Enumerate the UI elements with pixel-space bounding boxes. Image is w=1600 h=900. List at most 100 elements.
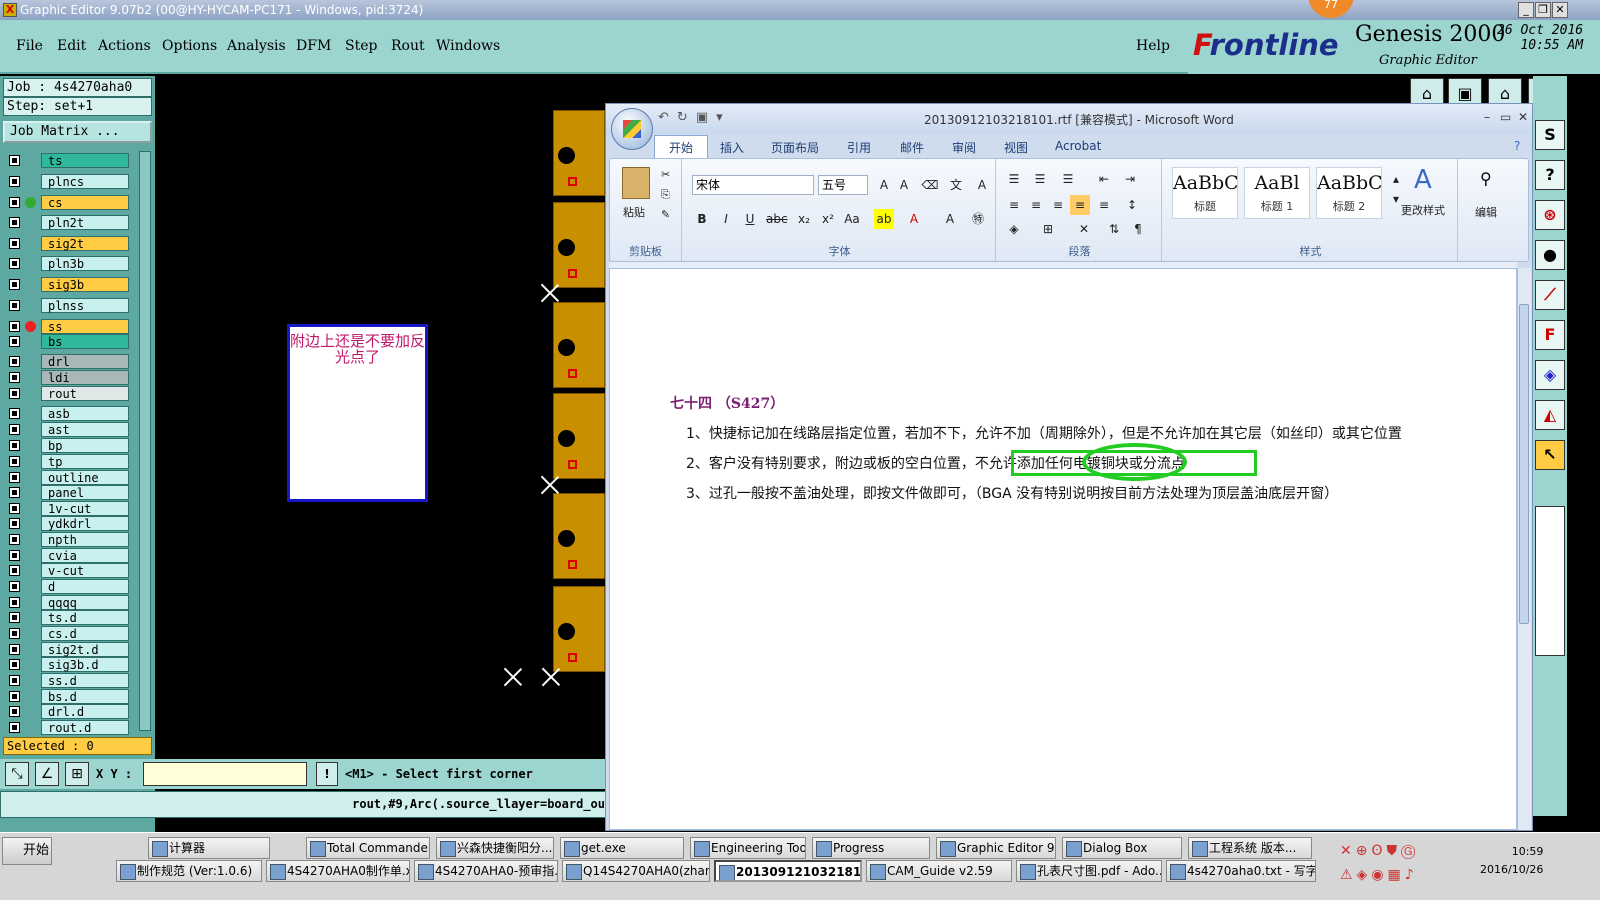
clock[interactable]: 10:59 2016/10/26: [1480, 843, 1543, 879]
copy-icon[interactable]: ⎘: [660, 187, 671, 203]
taskbar-item[interactable]: 孔表尺寸图.pdf - Ado...: [1016, 860, 1162, 882]
menu-rout[interactable]: Rout: [391, 38, 425, 54]
layer-row-panel[interactable]: panel: [7, 485, 129, 500]
layer-checkbox[interactable]: [9, 356, 20, 367]
style-gallery-item[interactable]: AaBbC 标题 2: [1316, 167, 1382, 219]
taskbar-item[interactable]: 兴森快捷衡阳分...: [436, 837, 554, 859]
taskbar-item[interactable]: 4s4270aha0.txt - 写字板: [1166, 860, 1316, 882]
layer-row-cs-d[interactable]: cs.d: [7, 626, 129, 641]
layer-name[interactable]: ydkdrl: [41, 516, 129, 531]
justify-icon[interactable]: ≡: [1070, 195, 1090, 215]
distributed-icon[interactable]: ≡: [1094, 195, 1114, 215]
shrink-font-icon[interactable]: A: [894, 175, 914, 195]
layer-checkbox[interactable]: [9, 706, 20, 717]
help-icon[interactable]: ?: [1514, 139, 1520, 153]
enclose-char-icon[interactable]: ㊕: [968, 209, 988, 229]
layer-row-qqqq[interactable]: qqqq: [7, 595, 129, 610]
taskbar-item[interactable]: 制作规范 (Ver:1.0.6): [116, 860, 262, 882]
font-color-icon[interactable]: A: [904, 209, 924, 229]
change-case-icon[interactable]: Aa: [842, 209, 862, 229]
measure-icon[interactable]: ∠: [35, 762, 59, 786]
menu-help[interactable]: Help: [1136, 38, 1170, 54]
bullets-icon[interactable]: ☰: [1004, 169, 1024, 189]
tab-review[interactable]: 审阅: [952, 139, 976, 156]
minimize-button[interactable]: _: [1518, 2, 1534, 18]
layer-row-bp[interactable]: bp: [7, 438, 129, 453]
show-marks-icon[interactable]: ¶: [1128, 219, 1148, 239]
layer-checkbox[interactable]: [9, 300, 20, 311]
layer-checkbox[interactable]: [9, 258, 20, 269]
strikethrough-icon[interactable]: abc: [766, 209, 788, 229]
layer-name[interactable]: plnss: [41, 298, 129, 313]
layer-checkbox[interactable]: [9, 565, 20, 576]
layer-name[interactable]: sig2t: [41, 236, 129, 251]
borders-icon[interactable]: ⊞: [1038, 219, 1058, 239]
layer-name[interactable]: panel: [41, 485, 129, 500]
taskbar-item[interactable]: 4S4270AHA0制作单.xl...: [266, 860, 410, 882]
menu-dfm[interactable]: DFM: [296, 38, 331, 54]
paste-button[interactable]: 粘贴: [622, 203, 646, 221]
style-gallery-item[interactable]: AaBbC 标题: [1172, 167, 1238, 219]
layer-row-ts-d[interactable]: ts.d: [7, 610, 129, 625]
tab-layout[interactable]: 页面布局: [771, 139, 819, 156]
layer-row-plncs[interactable]: plncs: [7, 174, 129, 189]
highlight-icon[interactable]: ab: [874, 209, 894, 229]
note-box[interactable]: 附边上还是不要加反光点了: [287, 324, 428, 502]
taskbar-item[interactable]: 计算器: [148, 837, 270, 859]
tab-home[interactable]: 开始: [654, 135, 709, 158]
word-minimize-button[interactable]: –: [1484, 110, 1490, 124]
sort-icon[interactable]: ⇅: [1104, 219, 1124, 239]
qat-menu-icon[interactable]: ▾: [716, 110, 731, 125]
layer-checkbox[interactable]: [9, 197, 20, 208]
menu-step[interactable]: Step: [345, 38, 377, 54]
layer-row-rout-d[interactable]: rout.d: [7, 720, 129, 735]
layer-checkbox[interactable]: [9, 722, 20, 733]
alert-button[interactable]: !: [316, 762, 338, 786]
layer-checkbox[interactable]: [9, 321, 20, 332]
shapes-icon[interactable]: ◈: [1535, 360, 1565, 390]
xy-input[interactable]: [143, 762, 307, 786]
taskbar-item[interactable]: Q14S4270AHA0(zhang...: [562, 860, 710, 882]
cut-icon[interactable]: ✂: [660, 167, 671, 182]
layer-row-ldi[interactable]: ldi: [7, 370, 129, 385]
layer-checkbox[interactable]: [9, 659, 20, 670]
layer-row-1v-cut[interactable]: 1v-cut: [7, 501, 129, 516]
chinese-layout-icon[interactable]: ✕: [1074, 219, 1094, 239]
layer-row-ast[interactable]: ast: [7, 422, 129, 437]
layer-row-bs-d[interactable]: bs.d: [7, 689, 129, 704]
phonetic-icon[interactable]: 文: [946, 175, 966, 195]
layer-row-v-cut[interactable]: v-cut: [7, 563, 129, 578]
underline-icon[interactable]: U: [740, 209, 760, 229]
layer-checkbox[interactable]: [9, 388, 20, 399]
layer-row-outline[interactable]: outline: [7, 470, 129, 485]
multilevel-icon[interactable]: ☰: [1058, 169, 1078, 189]
subscript-icon[interactable]: x₂: [794, 209, 814, 229]
layer-checkbox[interactable]: [9, 176, 20, 187]
layer-checkbox[interactable]: [9, 217, 20, 228]
layer-row-npth[interactable]: npth: [7, 532, 129, 547]
layer-checkbox[interactable]: [9, 597, 20, 608]
taskbar-item[interactable]: CAM_Guide v2.59: [866, 860, 1012, 882]
layer-row-bs[interactable]: bs: [7, 334, 129, 349]
tab-view[interactable]: 视图: [1004, 139, 1028, 156]
layer-checkbox[interactable]: [9, 503, 20, 514]
layer-row-ss[interactable]: ss: [7, 319, 129, 334]
restore-button[interactable]: ❐: [1535, 2, 1551, 18]
layer-name[interactable]: ss.d: [41, 673, 129, 688]
italic-icon[interactable]: I: [716, 209, 736, 229]
format-painter-icon[interactable]: ✎: [660, 207, 671, 222]
font-name-select[interactable]: 宋体: [692, 175, 814, 195]
quick-access-toolbar[interactable]: ↶↻▣▾: [658, 110, 731, 125]
layer-row-sig2t-d[interactable]: sig2t.d: [7, 642, 129, 657]
layer-checkbox[interactable]: [9, 518, 20, 529]
layer-row-drl-d[interactable]: drl.d: [7, 704, 129, 719]
layer-name[interactable]: outline: [41, 470, 129, 485]
layer-row-pln3b[interactable]: pln3b: [7, 256, 129, 271]
layer-name[interactable]: drl: [41, 354, 129, 369]
layer-name[interactable]: ast: [41, 422, 129, 437]
doc-scroll-thumb[interactable]: [1519, 304, 1529, 624]
layer-name[interactable]: drl.d: [41, 704, 129, 719]
layer-name[interactable]: bs.d: [41, 689, 129, 704]
menu-actions[interactable]: Actions: [98, 38, 151, 54]
superscript-icon[interactable]: x²: [818, 209, 838, 229]
